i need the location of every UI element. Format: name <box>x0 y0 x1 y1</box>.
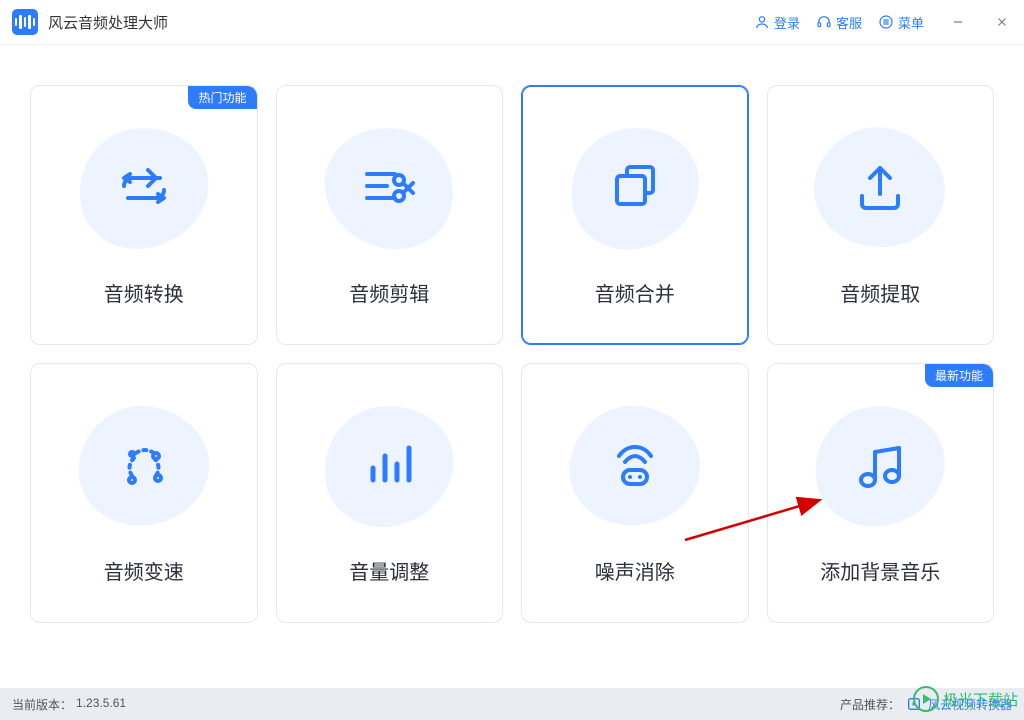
card-label: 音量调整 <box>349 556 429 585</box>
card-audio-speed[interactable]: 音频变速 <box>30 363 258 623</box>
minimize-button[interactable] <box>948 12 968 32</box>
app-title: 风云音频处理大师 <box>48 12 168 33</box>
card-label: 音频转换 <box>104 278 184 307</box>
card-audio-merge[interactable]: 音频合并 <box>521 85 749 345</box>
menu-icon <box>878 14 894 30</box>
login-button[interactable]: 登录 <box>754 13 800 32</box>
app-logo-icon <box>12 9 38 35</box>
close-button[interactable] <box>992 12 1012 32</box>
volume-icon <box>357 434 421 498</box>
recommend-icon <box>906 696 922 712</box>
card-label: 添加背景音乐 <box>820 556 940 585</box>
version-value: 1.23.5.61 <box>76 696 126 713</box>
version-label: 当前版本： <box>12 696 72 713</box>
swap-icon <box>112 156 176 220</box>
support-button[interactable]: 客服 <box>816 13 862 32</box>
recommend-link[interactable]: 产品推荐： 风云视频转换器 <box>840 696 1012 713</box>
card-label: 音频合并 <box>595 278 675 307</box>
headset-icon <box>816 14 832 30</box>
card-volume-adjust[interactable]: 音量调整 <box>276 363 504 623</box>
speed-icon <box>112 434 176 498</box>
denoise-icon <box>603 434 667 498</box>
main-content: 热门功能 音频转换 音频剪辑 <box>0 45 1024 653</box>
feature-grid: 热门功能 音频转换 音频剪辑 <box>30 85 994 623</box>
card-label: 噪声消除 <box>595 556 675 585</box>
card-label: 音频提取 <box>840 278 920 307</box>
music-icon <box>848 434 912 498</box>
cut-icon <box>357 156 421 220</box>
titlebar: 风云音频处理大师 登录 客服 菜单 <box>0 0 1024 45</box>
statusbar: 当前版本： 1.23.5.61 产品推荐： 风云视频转换器 <box>0 688 1024 720</box>
card-add-bgm[interactable]: 最新功能 添加背景音乐 <box>767 363 995 623</box>
new-badge: 最新功能 <box>925 364 993 387</box>
card-audio-trim[interactable]: 音频剪辑 <box>276 85 504 345</box>
card-audio-convert[interactable]: 热门功能 音频转换 <box>30 85 258 345</box>
card-label: 音频剪辑 <box>349 278 429 307</box>
extract-icon <box>848 156 912 220</box>
user-icon <box>754 14 770 30</box>
card-audio-extract[interactable]: 音频提取 <box>767 85 995 345</box>
merge-icon <box>603 156 667 220</box>
menu-button[interactable]: 菜单 <box>878 13 924 32</box>
card-label: 音频变速 <box>104 556 184 585</box>
card-noise-remove[interactable]: 噪声消除 <box>521 363 749 623</box>
titlebar-actions: 登录 客服 菜单 <box>754 12 1012 32</box>
hot-badge: 热门功能 <box>188 86 256 109</box>
